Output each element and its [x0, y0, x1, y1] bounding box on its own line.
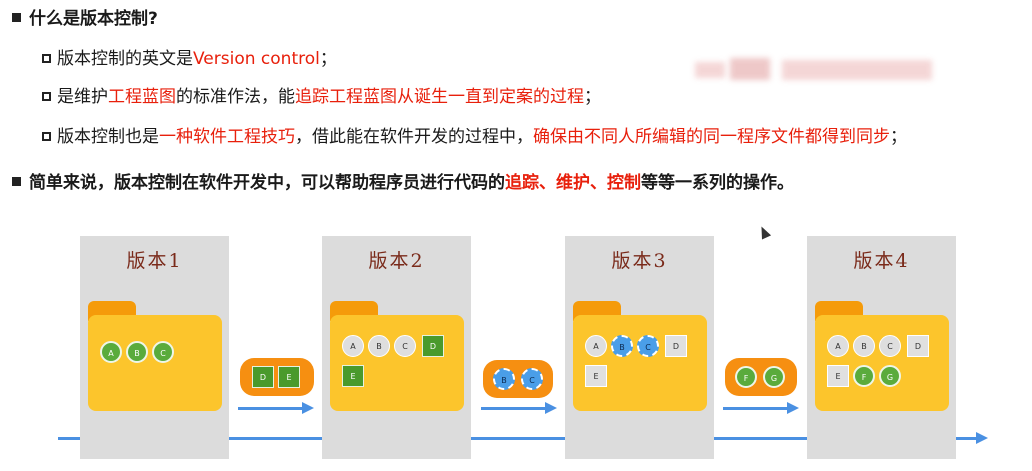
file-chip: D — [907, 335, 929, 357]
file-chip: A — [585, 335, 607, 357]
version-panel-4: 版本4 A B C D E F G — [807, 236, 956, 459]
highlight-text: Version control — [193, 49, 320, 69]
folder-icon: A B C D E — [330, 301, 464, 411]
transition-arrow — [723, 402, 799, 414]
plain-text: 是维护 — [57, 87, 108, 107]
version-label: 版本4 — [853, 250, 910, 272]
file-chip: B — [853, 335, 875, 357]
file-chip: B — [493, 368, 515, 390]
point-1-text: 版本控制的英文是Version control； — [57, 49, 337, 69]
transition-pill-1: D E — [240, 358, 314, 396]
transition-arrow — [481, 402, 557, 414]
file-chip: G — [879, 365, 901, 387]
file-chip: E — [278, 366, 300, 388]
bullet-square-icon — [12, 177, 21, 186]
plain-text: ，借此能在软件开发的过程中， — [295, 127, 533, 147]
bullet-square-icon — [12, 13, 21, 22]
highlight-text: 追踪、维护、控制 — [505, 173, 641, 193]
plain-text: 等等一系列的操作。 — [641, 173, 794, 193]
plain-text: 的标准作法，能 — [176, 87, 295, 107]
file-chip: C — [394, 335, 416, 357]
file-chip: C — [521, 368, 543, 390]
mouse-cursor-icon — [756, 224, 772, 240]
point-3: 版本控制也是一种软件工程技巧，借此能在软件开发的过程中，确保由不同人所编辑的同一… — [42, 126, 907, 148]
heading-title: 什么是版本控制? — [29, 9, 158, 29]
file-chip: B — [368, 335, 390, 357]
heading: 什么是版本控制? — [12, 8, 158, 30]
redacted-blur — [730, 58, 770, 80]
file-chip: A — [342, 335, 364, 357]
version-panel-2: 版本2 A B C D E — [322, 236, 471, 459]
file-chip: E — [827, 365, 849, 387]
summary: 简单来说，版本控制在软件开发中，可以帮助程序员进行代码的追踪、维护、控制等等一系… — [12, 172, 794, 194]
folder-icon: A B C — [88, 301, 222, 411]
file-chip: G — [763, 366, 785, 388]
version-label: 版本3 — [611, 250, 668, 272]
file-chip: C — [637, 335, 659, 357]
file-chip: A — [100, 341, 122, 363]
plain-text: 版本控制的英文是 — [57, 49, 193, 69]
file-chip: E — [585, 365, 607, 387]
version-panel-3: 版本3 A B C D E — [565, 236, 714, 459]
file-chip: B — [126, 341, 148, 363]
point-2: 是维护工程蓝图的标准作法，能追踪工程蓝图从诞生一直到定案的过程； — [42, 86, 601, 108]
point-3-text: 版本控制也是一种软件工程技巧，借此能在软件开发的过程中，确保由不同人所编辑的同一… — [57, 127, 907, 147]
file-chip: B — [611, 335, 633, 357]
file-chip: D — [252, 366, 274, 388]
transition-arrow — [238, 402, 314, 414]
transition-pill-2: B C — [483, 360, 553, 398]
plain-text: ； — [319, 49, 337, 69]
highlight-text: 工程蓝图 — [108, 87, 176, 107]
folder-icon: A B C D E F G — [815, 301, 949, 411]
version-label: 版本2 — [368, 250, 425, 272]
file-chip: F — [853, 365, 875, 387]
file-chip: C — [152, 341, 174, 363]
checkbox-bullet-icon — [42, 54, 51, 63]
version-panel-1: 版本1 A B C — [80, 236, 229, 459]
plain-text: ； — [584, 87, 601, 107]
point-2-text: 是维护工程蓝图的标准作法，能追踪工程蓝图从诞生一直到定案的过程； — [57, 87, 601, 107]
redacted-blur — [782, 60, 932, 80]
checkbox-bullet-icon — [42, 132, 51, 141]
file-chip: D — [422, 335, 444, 357]
file-chip: A — [827, 335, 849, 357]
highlight-text: 确保由不同人所编辑的同一程序文件都得到同步 — [533, 127, 890, 147]
plain-text: 简单来说，版本控制在软件开发中，可以帮助程序员进行代码的 — [29, 173, 505, 193]
point-1: 版本控制的英文是Version control； — [42, 48, 337, 70]
file-chip: F — [735, 366, 757, 388]
summary-text: 简单来说，版本控制在软件开发中，可以帮助程序员进行代码的追踪、维护、控制等等一系… — [29, 173, 794, 193]
plain-text: 版本控制也是 — [57, 127, 159, 147]
checkbox-bullet-icon — [42, 92, 51, 101]
plain-text: ； — [890, 127, 907, 147]
file-chip: C — [879, 335, 901, 357]
folder-icon: A B C D E — [573, 301, 707, 411]
redacted-blur — [695, 62, 725, 78]
file-chip: E — [342, 365, 364, 387]
highlight-text: 一种软件工程技巧 — [159, 127, 295, 147]
file-chip: D — [665, 335, 687, 357]
version-label: 版本1 — [126, 250, 183, 272]
highlight-text: 追踪工程蓝图从诞生一直到定案的过程 — [295, 87, 584, 107]
transition-pill-3: F G — [725, 358, 797, 396]
